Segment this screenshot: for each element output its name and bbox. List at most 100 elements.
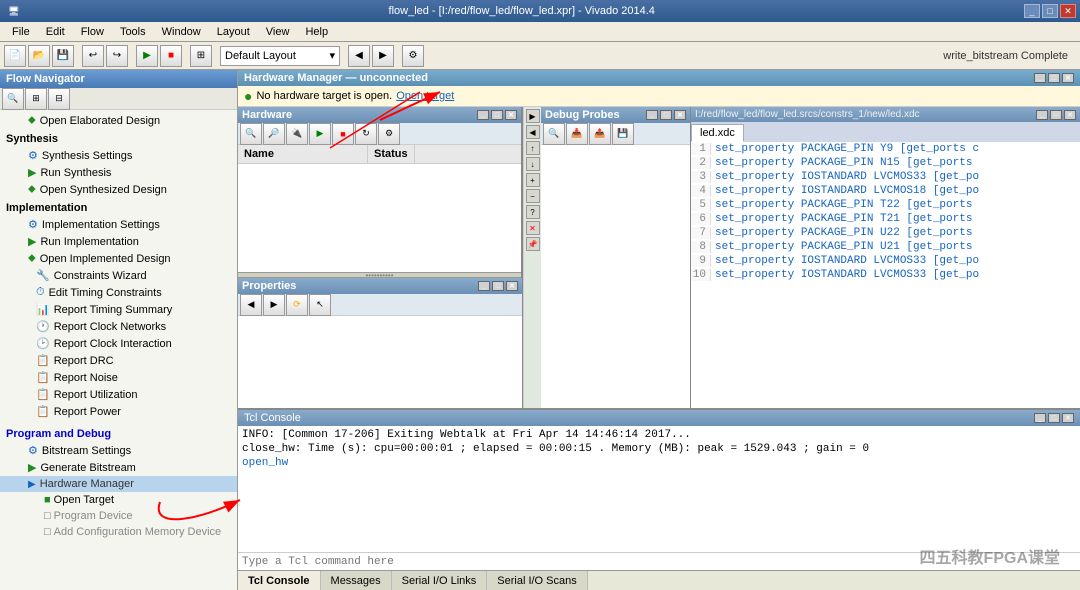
- console-tab-serial-i/o-links[interactable]: Serial I/O Links: [392, 571, 488, 590]
- nav-report-noise[interactable]: 📋 Report Noise: [8, 369, 237, 386]
- nav-report-drc[interactable]: 📋 Report DRC: [8, 352, 237, 369]
- hw-zoom-out[interactable]: 🔎: [263, 123, 285, 145]
- nav-synthesis-settings[interactable]: ⚙ Synthesis Settings: [0, 147, 237, 164]
- props-forward[interactable]: ▶: [263, 294, 285, 316]
- props-home[interactable]: ⟳: [286, 294, 308, 316]
- open-target-link[interactable]: Open target: [396, 90, 454, 102]
- nav-run-implementation[interactable]: ▶ Run Implementation: [0, 233, 237, 250]
- menu-flow[interactable]: Flow: [73, 24, 112, 40]
- nav-report-clock-interact[interactable]: 🕑 Report Clock Interaction: [8, 335, 237, 352]
- console-maximize[interactable]: □: [1048, 413, 1060, 423]
- hw-minimize[interactable]: _: [1034, 73, 1046, 83]
- hw-zoom-in[interactable]: 🔍: [240, 123, 262, 145]
- nav-open-implemented[interactable]: ⬥ Open Implemented Design: [0, 250, 237, 267]
- nav-open-elaborated[interactable]: ⬥ Open Elaborated Design: [0, 112, 237, 129]
- dbg-import[interactable]: 📥: [566, 123, 588, 145]
- side-btn-8[interactable]: ✕: [526, 221, 540, 235]
- nav-collapse[interactable]: ⊟: [48, 88, 70, 110]
- dbg-search[interactable]: 🔍: [543, 123, 565, 145]
- open-hw-command[interactable]: open_hw: [242, 457, 288, 469]
- hw-close[interactable]: ✕: [1062, 73, 1074, 83]
- console-tab-serial-i/o-scans[interactable]: Serial I/O Scans: [487, 571, 587, 590]
- toolbar-save[interactable]: 💾: [52, 45, 74, 67]
- toolbar-undo[interactable]: ↩: [82, 45, 104, 67]
- code-close[interactable]: ✕: [1064, 110, 1076, 120]
- hw-panel-minimize[interactable]: _: [477, 110, 489, 120]
- toolbar-open[interactable]: 📂: [28, 45, 50, 67]
- nav-hardware-manager[interactable]: ▶ Hardware Manager: [0, 476, 237, 492]
- menu-view[interactable]: View: [258, 24, 298, 40]
- nav-add-config-memory[interactable]: □ Add Configuration Memory Device: [16, 524, 237, 540]
- nav-constraints-wizard[interactable]: 🔧 Constraints Wizard: [8, 267, 237, 284]
- nav-program-device[interactable]: □ Program Device: [16, 508, 237, 524]
- hw-maximize[interactable]: □: [1048, 73, 1060, 83]
- toolbar-settings[interactable]: ⚙: [402, 45, 424, 67]
- dbg-maximize[interactable]: □: [660, 110, 672, 120]
- props-back[interactable]: ◀: [240, 294, 262, 316]
- side-btn-9[interactable]: 📌: [526, 237, 540, 251]
- code-maximize[interactable]: □: [1050, 110, 1062, 120]
- nav-run-synthesis[interactable]: ▶ Run Synthesis: [0, 164, 237, 181]
- side-btn-7[interactable]: ?: [526, 205, 540, 219]
- toolbar-zoom-fit[interactable]: ⊞: [190, 45, 212, 67]
- hw-panel-maximize[interactable]: □: [491, 110, 503, 120]
- props-cursor[interactable]: ↖: [309, 294, 331, 316]
- hw-play[interactable]: ▶: [309, 123, 331, 145]
- toolbar-stop[interactable]: ■: [160, 45, 182, 67]
- hw-connect[interactable]: 🔌: [286, 123, 308, 145]
- tab-led-xdc[interactable]: led.xdc: [691, 124, 744, 142]
- console-input[interactable]: [242, 556, 1076, 568]
- hw-refresh[interactable]: ↻: [355, 123, 377, 145]
- nav-report-utilization[interactable]: 📋 Report Utilization: [8, 386, 237, 403]
- console-tab-tcl-console[interactable]: Tcl Console: [238, 571, 321, 590]
- side-btn-4[interactable]: ↓: [526, 157, 540, 171]
- minimize-button[interactable]: _: [1024, 4, 1040, 18]
- nav-open-target[interactable]: ■ Open Target: [16, 492, 237, 508]
- side-btn-6[interactable]: −: [526, 189, 540, 203]
- toolbar-back[interactable]: ◀: [348, 45, 370, 67]
- menu-file[interactable]: File: [4, 24, 38, 40]
- side-btn-1[interactable]: ▶: [526, 109, 540, 123]
- nav-search[interactable]: 🔍: [2, 88, 24, 110]
- nav-report-clock-nets[interactable]: 🕐 Report Clock Networks: [8, 318, 237, 335]
- hw-status-bar: ● No hardware target is open. Open targe…: [238, 86, 1080, 107]
- dbg-close[interactable]: ✕: [674, 110, 686, 120]
- toolbar-forward[interactable]: ▶: [372, 45, 394, 67]
- hw-panel-close[interactable]: ✕: [505, 110, 517, 120]
- props-close[interactable]: ✕: [506, 281, 518, 291]
- side-btn-5[interactable]: +: [526, 173, 540, 187]
- side-btn-3[interactable]: ↑: [526, 141, 540, 155]
- nav-generate-bitstream[interactable]: ▶ Generate Bitstream: [0, 459, 237, 476]
- nav-report-timing[interactable]: 📊 Report Timing Summary: [8, 301, 237, 318]
- console-minimize[interactable]: _: [1034, 413, 1046, 423]
- nav-expand[interactable]: ⊞: [25, 88, 47, 110]
- toolbar-run[interactable]: ▶: [136, 45, 158, 67]
- nav-implementation-settings[interactable]: ⚙ Implementation Settings: [0, 216, 237, 233]
- nav-bitstream-settings[interactable]: ⚙ Bitstream Settings: [0, 442, 237, 459]
- console-close[interactable]: ✕: [1062, 413, 1074, 423]
- nav-edit-timing[interactable]: ⏱ Edit Timing Constraints: [8, 284, 237, 301]
- nav-hw-subgroup: ■ Open Target □ Program Device □ Add Con…: [0, 492, 237, 540]
- props-minimize[interactable]: _: [478, 281, 490, 291]
- layout-dropdown[interactable]: Default Layout ▾: [220, 46, 340, 66]
- menu-window[interactable]: Window: [154, 24, 209, 40]
- maximize-button[interactable]: □: [1042, 4, 1058, 18]
- nav-open-synthesized[interactable]: ⬥ Open Synthesized Design: [0, 181, 237, 198]
- close-button[interactable]: ✕: [1060, 4, 1076, 18]
- side-btn-2[interactable]: ◀: [526, 125, 540, 139]
- dbg-export[interactable]: 📤: [589, 123, 611, 145]
- menu-layout[interactable]: Layout: [209, 24, 258, 40]
- menu-tools[interactable]: Tools: [112, 24, 154, 40]
- props-maximize[interactable]: □: [492, 281, 504, 291]
- toolbar-new[interactable]: 📄: [4, 45, 26, 67]
- dbg-save[interactable]: 💾: [612, 123, 634, 145]
- nav-report-power[interactable]: 📋 Report Power: [8, 403, 237, 420]
- dbg-minimize[interactable]: _: [646, 110, 658, 120]
- console-tab-messages[interactable]: Messages: [321, 571, 392, 590]
- menu-edit[interactable]: Edit: [38, 24, 73, 40]
- hw-settings[interactable]: ⚙: [378, 123, 400, 145]
- toolbar-redo[interactable]: ↪: [106, 45, 128, 67]
- hw-stop[interactable]: ■: [332, 123, 354, 145]
- menu-help[interactable]: Help: [297, 24, 336, 40]
- code-minimize[interactable]: _: [1036, 110, 1048, 120]
